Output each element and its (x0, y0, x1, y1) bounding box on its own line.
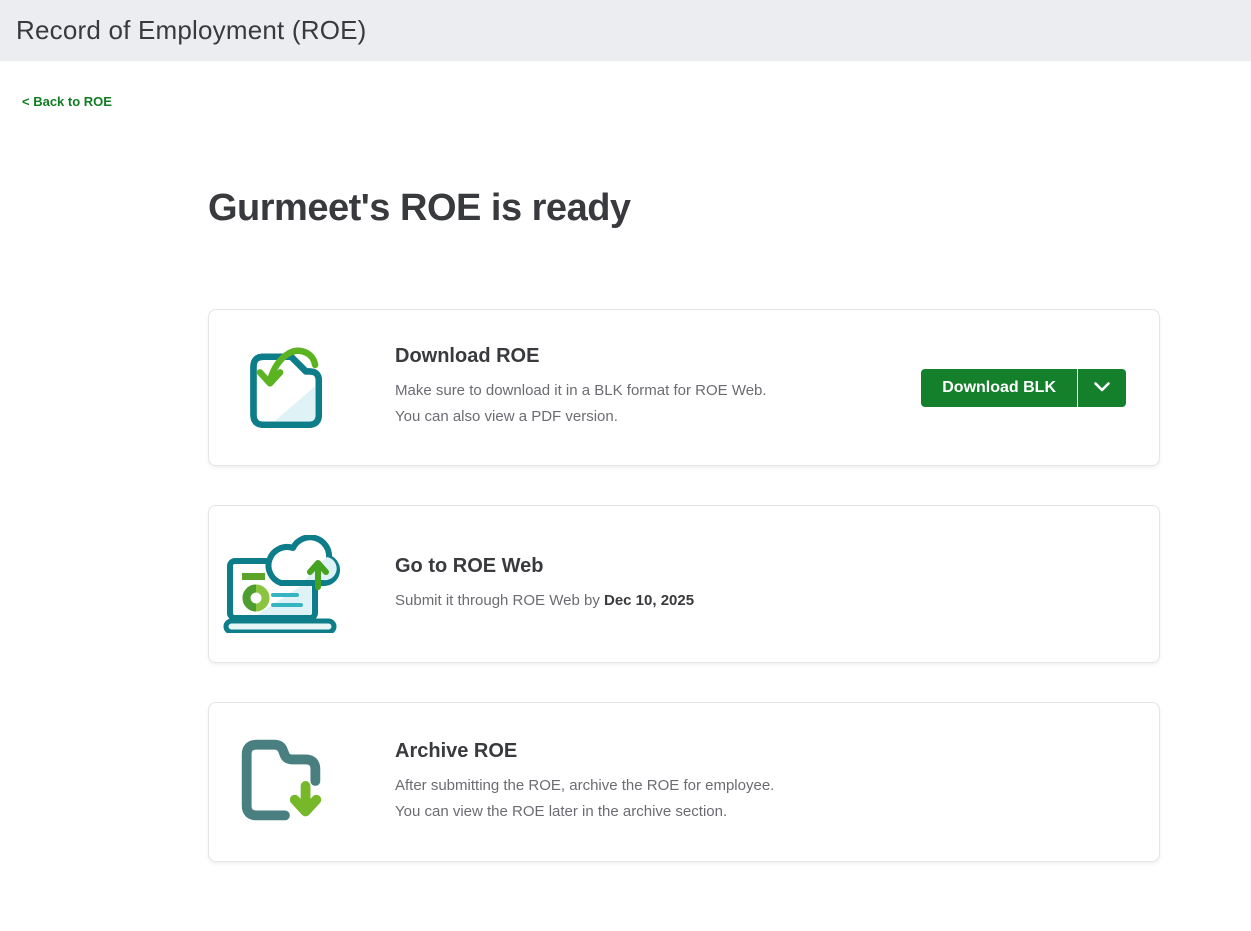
back-to-roe-link[interactable]: < Back to ROE (22, 94, 112, 109)
card-description-line: Make sure to download it in a BLK format… (395, 378, 901, 404)
download-blk-button[interactable]: Download BLK (921, 369, 1077, 407)
card-title: Download ROE (395, 345, 901, 368)
download-document-icon (209, 342, 395, 434)
roe-web-cloud-upload-icon (209, 535, 395, 633)
chevron-down-icon (1094, 380, 1110, 395)
archive-roe-text: Archive ROE After submitting the ROE, ar… (395, 740, 1159, 825)
go-to-roe-web-text: Go to ROE Web Submit it through ROE Web … (395, 555, 1159, 614)
card-description-line: You can also view a PDF version. (395, 404, 901, 430)
card-description-line: Submit it through ROE Web by Dec 10, 202… (395, 588, 1139, 614)
due-date: Dec 10, 2025 (604, 592, 694, 609)
download-roe-text: Download ROE Make sure to download it in… (395, 345, 921, 430)
archive-folder-icon (209, 730, 395, 834)
download-blk-split-button: Download BLK (921, 369, 1126, 407)
app-title: Record of Employment (ROE) (16, 15, 367, 46)
page-header: Record of Employment (ROE) (0, 0, 1251, 61)
download-options-dropdown-button[interactable] (1077, 369, 1126, 407)
card-title: Archive ROE (395, 740, 1139, 763)
archive-roe-card: Archive ROE After submitting the ROE, ar… (208, 702, 1160, 862)
card-description-line: You can view the ROE later in the archiv… (395, 799, 1139, 825)
download-roe-card: Download ROE Make sure to download it in… (208, 309, 1160, 466)
submit-text: Submit it through ROE Web by (395, 592, 604, 609)
card-title: Go to ROE Web (395, 555, 1139, 578)
page-title: Gurmeet's ROE is ready (208, 185, 1160, 231)
go-to-roe-web-card: Go to ROE Web Submit it through ROE Web … (208, 505, 1160, 663)
card-description-line: After submitting the ROE, archive the RO… (395, 773, 1139, 799)
main-content: Gurmeet's ROE is ready Download ROE Make… (208, 185, 1160, 862)
